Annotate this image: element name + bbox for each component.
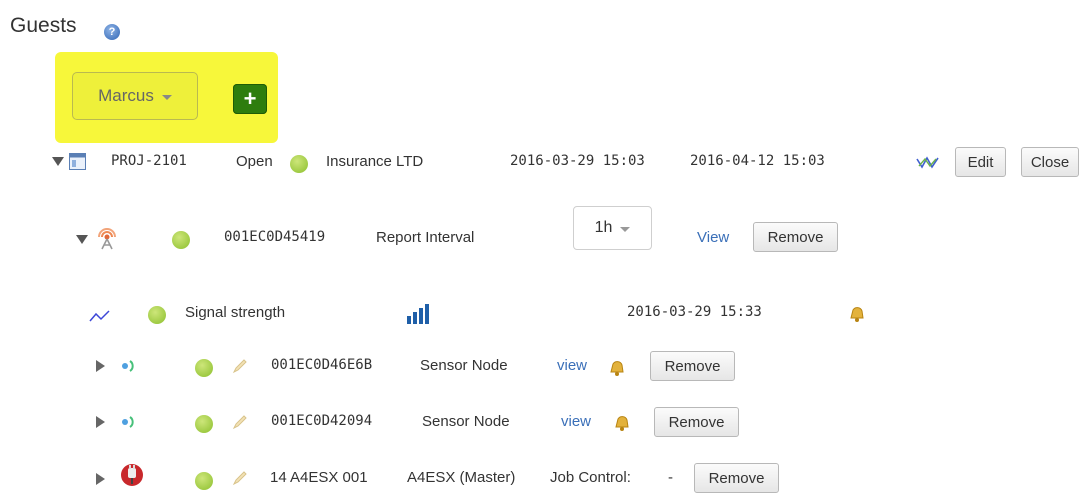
bell-icon[interactable] — [847, 303, 867, 328]
caret-down-icon — [161, 94, 172, 100]
project-end: 2016-04-12 15:03 — [690, 153, 825, 169]
node-id: 001EC0D46E6B — [271, 357, 373, 373]
power-plug-icon — [120, 462, 144, 493]
expand-right-icon[interactable] — [96, 360, 105, 372]
pencil-icon[interactable] — [232, 358, 248, 379]
gateway-icon — [94, 225, 120, 256]
expand-right-icon[interactable] — [96, 473, 105, 485]
signal-label: Signal strength — [185, 304, 286, 321]
trend-line-icon — [89, 308, 111, 329]
gateway-view-link[interactable]: View — [697, 229, 729, 246]
bell-icon[interactable] — [612, 412, 632, 437]
bell-icon[interactable] — [607, 357, 627, 382]
expand-down-icon[interactable] — [76, 235, 88, 244]
status-dot-icon — [172, 231, 190, 249]
node-view-link[interactable]: view — [557, 357, 587, 374]
signal-bars-icon — [407, 304, 429, 329]
job-control-value: - — [668, 469, 673, 486]
project-customer: Insurance LTD — [326, 153, 424, 170]
status-dot-icon — [195, 359, 213, 377]
node-id: 001EC0D42094 — [271, 413, 373, 429]
a4esx-id: 14 A4ESX 001 — [270, 469, 368, 486]
a4esx-name: A4ESX (Master) — [407, 469, 516, 486]
user-dropdown-button[interactable]: Marcus — [72, 72, 198, 120]
page-title: Guests — [10, 14, 77, 37]
node-type: Sensor Node — [422, 413, 510, 430]
status-dot-icon — [290, 155, 308, 173]
node-type: Sensor Node — [420, 357, 508, 374]
project-start: 2016-03-29 15:03 — [510, 153, 645, 169]
sensor-signal-icon — [120, 414, 140, 435]
project-status: Open — [236, 153, 273, 170]
status-dot-icon — [195, 472, 213, 490]
report-interval-label: Report Interval — [376, 229, 475, 246]
status-dot-icon — [195, 415, 213, 433]
edit-button[interactable]: Edit — [955, 147, 1006, 177]
pencil-icon[interactable] — [232, 414, 248, 435]
interval-select[interactable]: 1h — [573, 206, 652, 250]
sensor-signal-icon — [120, 358, 140, 379]
interval-value: 1h — [594, 219, 613, 236]
signal-time: 2016-03-29 15:33 — [627, 304, 762, 320]
node-view-link[interactable]: view — [561, 413, 591, 430]
project-id: PROJ-2101 — [111, 153, 187, 169]
gateway-remove-button[interactable]: Remove — [753, 222, 838, 252]
add-button[interactable]: + — [233, 84, 267, 114]
close-button[interactable]: Close — [1021, 147, 1079, 177]
expand-right-icon[interactable] — [96, 416, 105, 428]
job-control-label: Job Control: — [550, 469, 631, 486]
help-icon[interactable]: ? — [104, 24, 120, 40]
pencil-icon[interactable] — [232, 470, 248, 491]
caret-down-icon — [620, 226, 631, 232]
node-remove-button[interactable]: Remove — [654, 407, 739, 437]
gateway-id: 001EC0D45419 — [224, 229, 326, 245]
expand-down-icon[interactable] — [52, 157, 64, 166]
node-remove-button[interactable]: Remove — [650, 351, 735, 381]
chart-icon[interactable] — [916, 154, 940, 175]
project-icon — [69, 153, 86, 175]
user-dropdown-label: Marcus — [98, 86, 154, 105]
status-dot-icon — [148, 306, 166, 324]
plus-icon: + — [243, 86, 257, 111]
